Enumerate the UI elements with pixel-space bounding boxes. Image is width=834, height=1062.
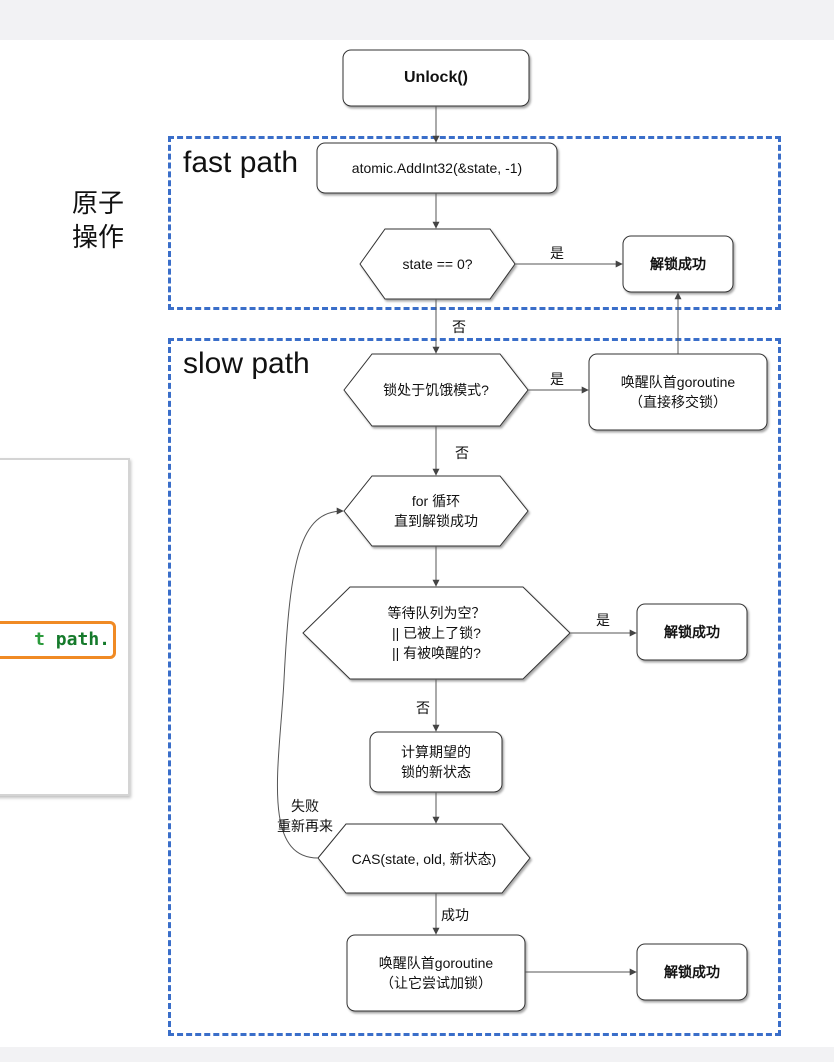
unlock-label: Unlock() (404, 69, 468, 86)
compute-line2: 锁的新状态 (401, 764, 471, 780)
for-loop-line1: for 循环 (411, 493, 461, 509)
queue-check-line1: 等待队列为空？ (387, 605, 486, 621)
cas-label: CAS(state, old, 新状态) (351, 850, 497, 867)
wake-head-1-line1: 唤醒队首goroutine (620, 374, 736, 390)
starving-label: 锁处于饥饿模式? (383, 382, 489, 398)
edge-label-fail: 失败 重新再来 (277, 796, 333, 836)
for-loop-label: for 循环 直到解锁成功 (344, 476, 528, 546)
unlock-success-2-label: 解锁成功 (664, 624, 720, 640)
queue-check-line3: || 有被唤醒的? (392, 645, 481, 661)
unlock-success-3-label: 解锁成功 (664, 964, 720, 980)
edge-label-no-1: 否 (452, 319, 466, 335)
wake-head-1-label: 唤醒队首goroutine （直接移交锁） (589, 354, 767, 430)
edge-label-yes-3: 是 (596, 612, 610, 628)
compute-label: 计算期望的 锁的新状态 (370, 732, 502, 792)
fail-line2: 重新再来 (277, 818, 333, 834)
state-zero-label: state == 0? (402, 256, 473, 272)
edge-label-no-3: 否 (416, 700, 430, 716)
wake-head-2-label: 唤醒队首goroutine （让它尝试加锁） (347, 935, 525, 1011)
edge-label-no-2: 否 (455, 445, 469, 461)
for-loop-line2: 直到解锁成功 (394, 513, 478, 529)
addint-label: atomic.AddInt32(&state, -1) (351, 160, 523, 176)
wake-head-2-line1: 唤醒队首goroutine (378, 955, 494, 971)
edge-label-yes-2: 是 (550, 371, 564, 387)
wake-head-1-line2: （直接移交锁） (629, 394, 727, 410)
unlock-success-1-label: 解锁成功 (650, 256, 706, 272)
edge-label-yes-1: 是 (550, 245, 564, 261)
fail-line1: 失败 (291, 798, 319, 814)
wake-head-2-line2: （让它尝试加锁） (380, 975, 492, 991)
compute-line1: 计算期望的 (401, 744, 471, 760)
queue-check-line2: || 已被上了锁? (392, 625, 481, 641)
edge-label-success: 成功 (441, 907, 469, 923)
queue-check-label: 等待队列为空？ || 已被上了锁? || 有被唤醒的? (303, 587, 570, 679)
